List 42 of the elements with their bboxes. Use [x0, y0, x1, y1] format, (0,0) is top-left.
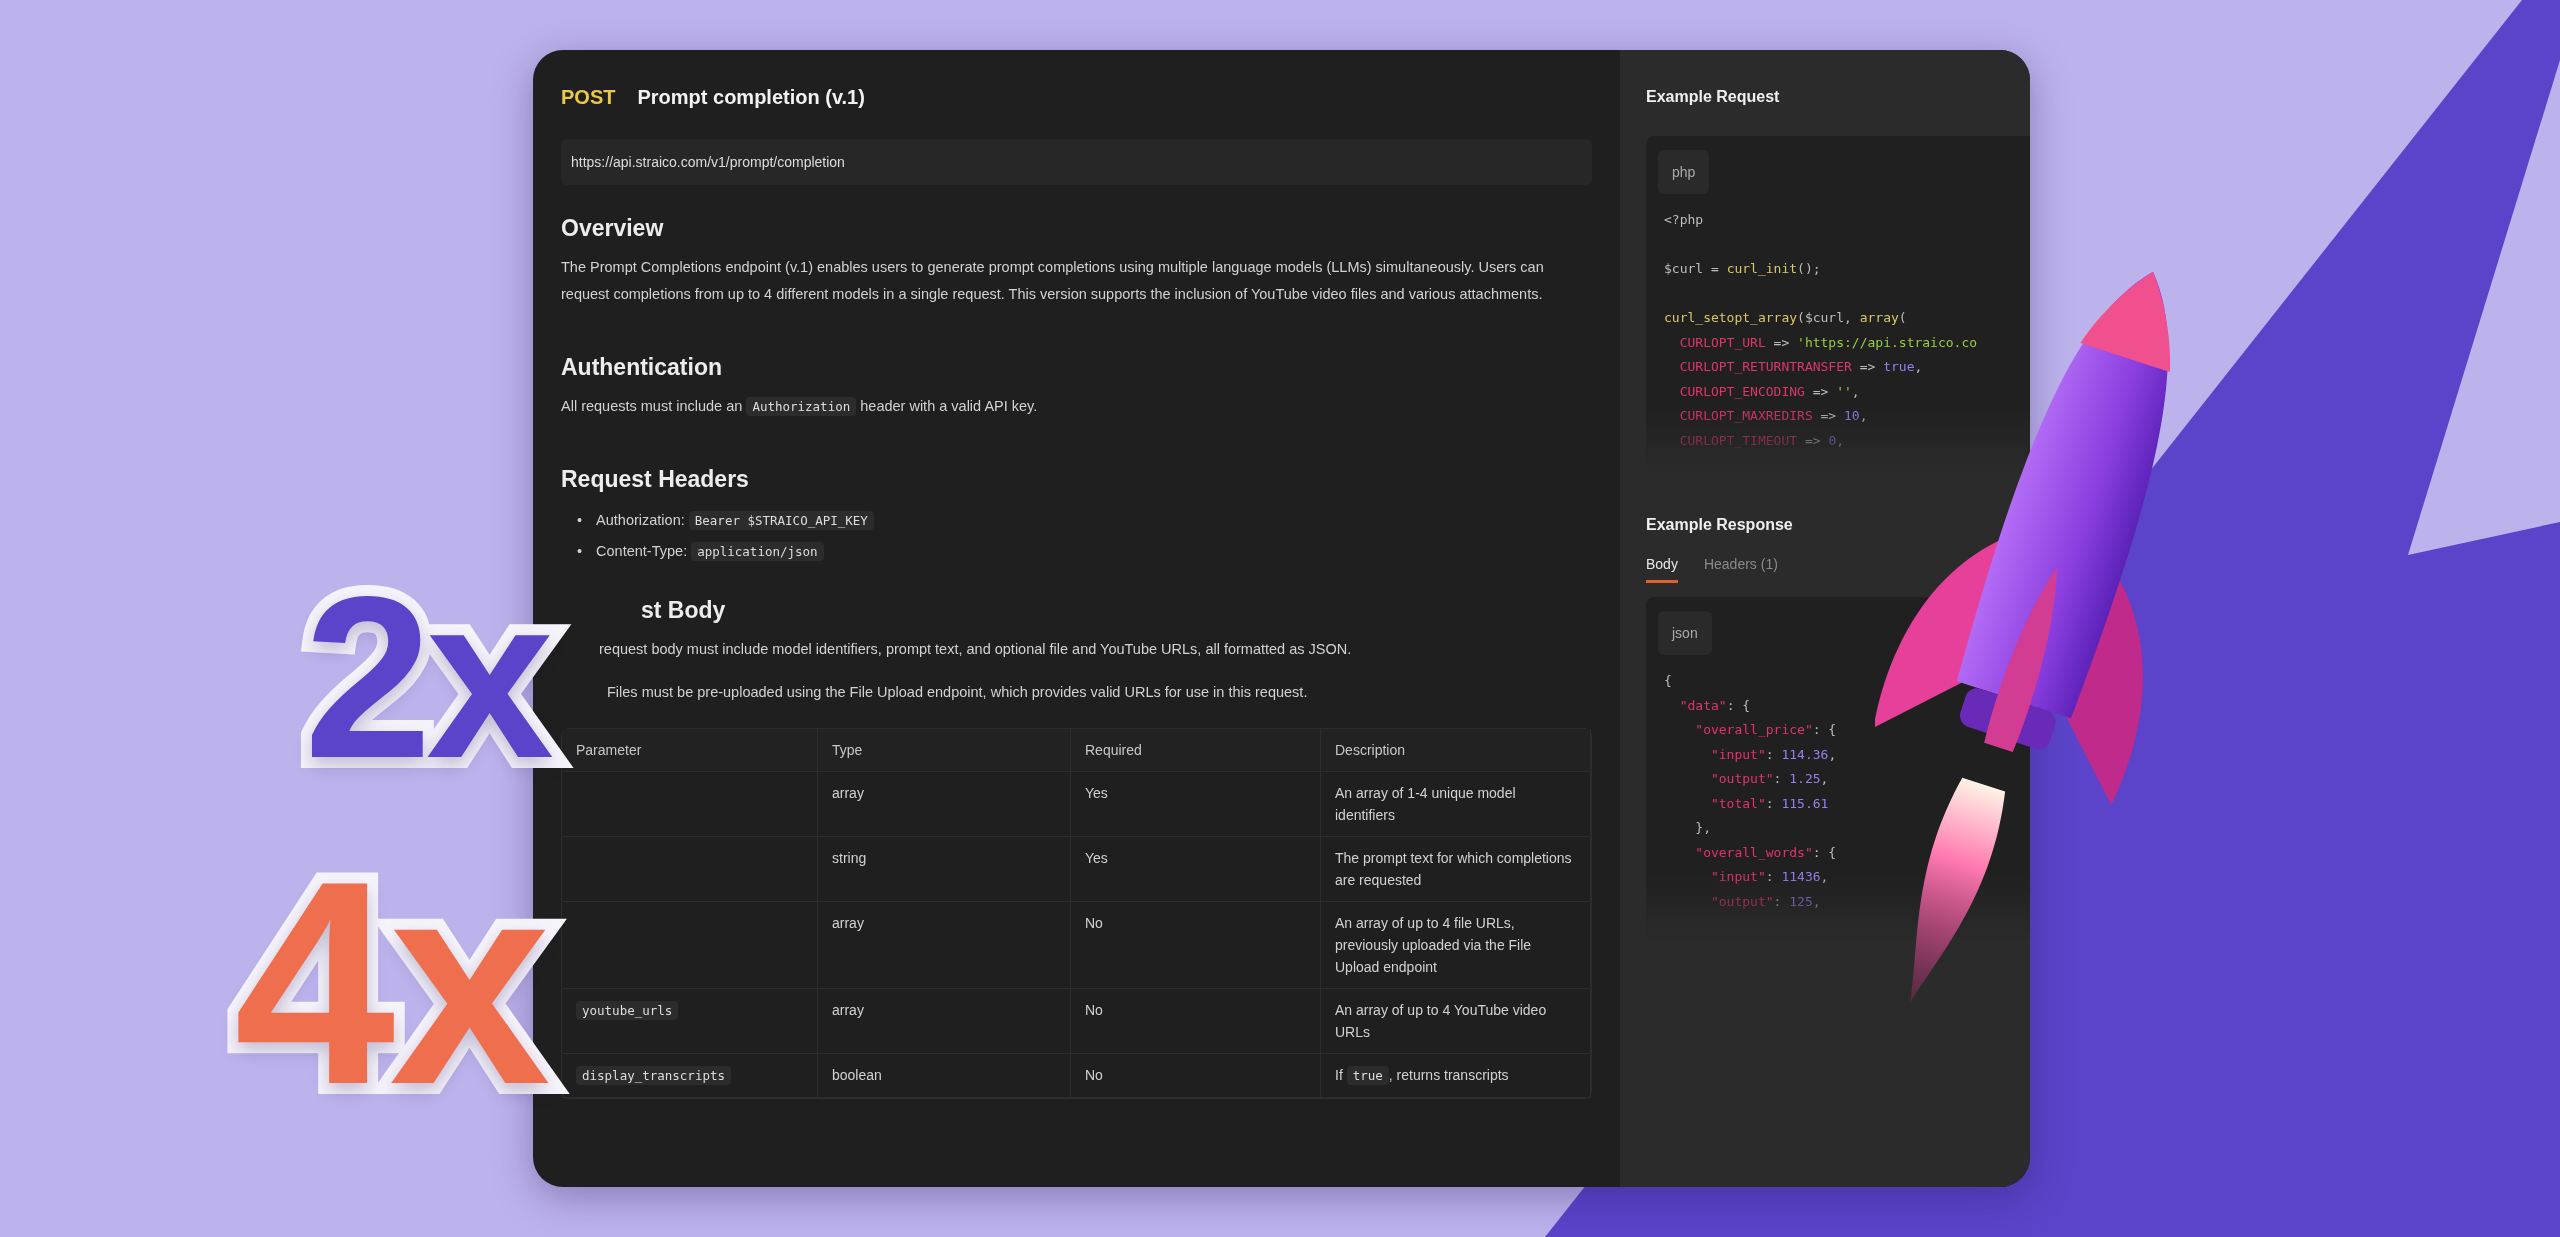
panel-title: Example Request [1646, 88, 1781, 106]
column-header: Type [818, 729, 1071, 772]
paragraph: Files must be pre-uploaded using the File Upload endpoint, which provides valid URLs for use in this request. [606, 683, 1309, 702]
table-cell: No [1071, 902, 1321, 989]
language-label: php [1658, 150, 1710, 194]
paragraph: The Prompt Completions endpoint (v.1) enables users to generate prompt completions using multiple language models (LLMs) simultaneously. Users can request completions from up to 4 different models in a single request. This version supports the inclusion of YouTube video files and various attachments. [561, 258, 1545, 304]
tab[interactable]: Body [1646, 556, 1678, 583]
table-cell: Yes [1071, 772, 1321, 837]
table-cell: Yes [1071, 837, 1321, 902]
bullet-marker: • [577, 511, 583, 530]
section-heading: Authentication [561, 354, 723, 381]
table-cell: The prompt text for which completions are requested [1321, 837, 1591, 902]
section-heading: Request Headers [561, 466, 750, 493]
language-label: json [1658, 611, 1712, 655]
table-cell: An array of up to 4 file URLs, previously uploaded via the File Upload endpoint [1321, 902, 1591, 989]
column-header: Description [1321, 729, 1591, 772]
bullet-marker: • [577, 542, 583, 561]
table-cell: An array of 1-4 unique model identifiers [1321, 772, 1591, 837]
parameter-name: youtube_urls [576, 1001, 679, 1020]
section-heading: st Body [640, 597, 727, 624]
http-method: POST [561, 86, 616, 109]
paragraph: All requests must include an Authorization header with a valid API key. [561, 396, 1039, 418]
table-cell: string [818, 837, 1071, 902]
list-item: Authorization: Bearer $STRAICO_API_KEY [596, 505, 874, 536]
list-item: Content-Type: application/json [596, 536, 824, 567]
table-cell: array [818, 902, 1071, 989]
tab[interactable]: Headers (1) [1703, 556, 1778, 583]
table-cell: array [818, 772, 1071, 837]
paragraph: request body must include model identifiers, prompt text, and optional file and YouTube URLs, all formatted as JSON. [598, 640, 1353, 659]
table-cell: boolean [818, 1054, 1071, 1098]
code-text: <?php $curl = curl_init(); curl_setopt_array($curl, array( CURLOPT_URL => 'https://api.straico.co CURLOPT_RETURNTRANSFER => true, CURLOPT_ENCODING => '', CURLOPT_MAXREDIRS => 10, CURLOPT_TIMEOUT => 0, [1664, 211, 1979, 450]
panel-title: Example Response [1646, 516, 1794, 534]
endpoint-url: https://api.straico.com/v1/prompt/completion [561, 139, 1592, 185]
table-cell: An array of up to 4 YouTube video URLs [1321, 989, 1591, 1054]
code-text: { "data": { "overall_price": { "input": 114.36, "output": 1.25, "total": 115.61 }, "overall_words": { "input": 11436, "output": 125, [1664, 672, 1838, 911]
table-cell: No [1071, 1054, 1321, 1098]
table-cell: No [1071, 989, 1321, 1054]
column-header: Required [1071, 729, 1321, 772]
endpoint-title: Prompt completion (v.1) [637, 86, 865, 109]
section-heading: Overview [561, 215, 665, 242]
table-cell: If true , returns transcripts [1321, 1054, 1591, 1098]
table-cell: array [818, 989, 1071, 1054]
